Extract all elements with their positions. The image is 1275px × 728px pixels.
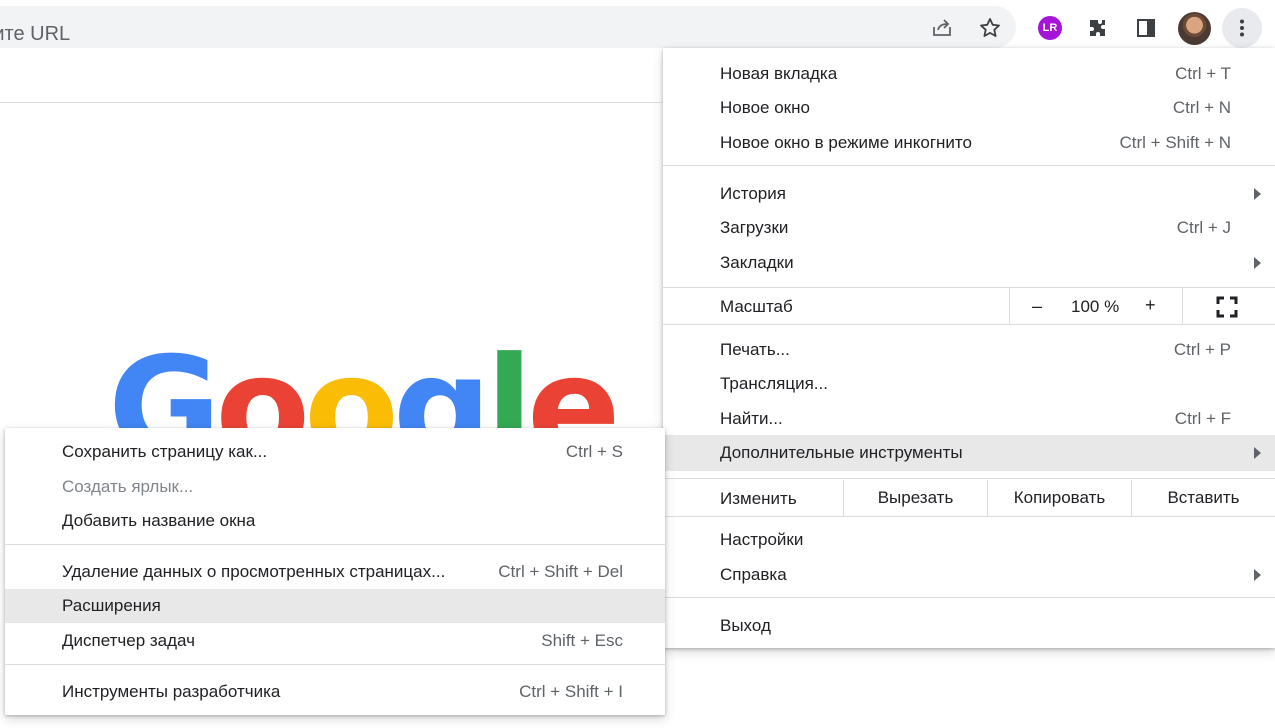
menu-item-find[interactable]: Найти... Ctrl + F (663, 402, 1275, 436)
menu-item-incognito[interactable]: Новое окно в режиме инкогнито Ctrl + Shi… (663, 126, 1275, 160)
zoom-in-button[interactable]: + (1145, 295, 1156, 316)
submenu-arrow-icon (1254, 188, 1261, 200)
submenu-item-create-shortcut: Создать ярлык... (5, 470, 665, 504)
menu-item-shortcut: Ctrl + Shift + Del (498, 562, 623, 581)
menu-item-settings[interactable]: Настройки (663, 523, 1275, 557)
menu-item-label: Новая вкладка (720, 64, 838, 83)
cut-button[interactable]: Вырезать (843, 480, 987, 516)
menu-item-new-tab[interactable]: Новая вкладка Ctrl + T (663, 57, 1275, 91)
menu-item-bookmarks[interactable]: Закладки (663, 246, 1275, 280)
bookmark-bar-divider (0, 102, 662, 103)
menu-item-shortcut: Ctrl + N (1172, 98, 1231, 117)
menu-item-label: История (720, 184, 786, 203)
menu-item-label: Справка (720, 565, 787, 584)
menu-item-label: Инструменты разработчика (62, 682, 281, 701)
avatar[interactable] (1178, 12, 1211, 45)
submenu-arrow-icon (1254, 569, 1261, 581)
menu-item-label: Загрузки (720, 218, 789, 237)
three-dots-icon[interactable] (1222, 8, 1262, 48)
more-tools-submenu: Сохранить страницу как... Ctrl + S Созда… (5, 428, 665, 715)
menu-item-label: Добавить название окна (62, 511, 256, 530)
edit-row: Изменить Вырезать Копировать Вставить (663, 480, 1275, 516)
submenu-item-name-window[interactable]: Добавить название окна (5, 504, 665, 538)
zoom-out-button[interactable]: – (1032, 296, 1042, 317)
menu-separator (663, 324, 1275, 325)
menu-item-more-tools[interactable]: Дополнительные инструменты (663, 435, 1275, 471)
submenu-item-save-page[interactable]: Сохранить страницу как... Ctrl + S (5, 435, 665, 469)
menu-separator (663, 597, 1275, 598)
zoom-label: Масштаб (720, 297, 793, 316)
menu-separator (5, 664, 665, 665)
menu-item-label: Закладки (720, 253, 794, 272)
menu-item-label: Новое окно (720, 98, 810, 117)
menu-separator (663, 516, 1275, 517)
menu-item-history[interactable]: История (663, 177, 1275, 211)
zoom-controls: – 100 % + (1009, 288, 1183, 324)
submenu-arrow-icon (1254, 447, 1261, 459)
share-icon[interactable] (926, 12, 958, 44)
menu-item-label: Найти... (720, 409, 783, 428)
menu-item-shortcut: Ctrl + Shift + N (1119, 133, 1231, 152)
menu-item-shortcut: Ctrl + S (565, 442, 623, 461)
menu-item-shortcut: Shift + Esc (541, 631, 623, 650)
menu-item-label: Удаление данных о просмотренных страница… (62, 562, 446, 581)
menu-item-downloads[interactable]: Загрузки Ctrl + J (663, 211, 1275, 245)
lr-extension-icon[interactable]: LR (1038, 16, 1062, 40)
paste-button[interactable]: Вставить (1131, 480, 1275, 516)
omnibox-text[interactable]: жите URL (0, 21, 70, 47)
side-panel-icon[interactable] (1130, 12, 1162, 44)
menu-item-cast[interactable]: Трансляция... (663, 367, 1275, 401)
puzzle-icon[interactable] (1082, 12, 1114, 44)
fullscreen-icon[interactable] (1216, 296, 1238, 318)
submenu-item-extensions[interactable]: Расширения (5, 589, 665, 623)
menu-item-print[interactable]: Печать... Ctrl + P (663, 333, 1275, 367)
paste-label: Вставить (1167, 488, 1240, 507)
menu-item-shortcut: Ctrl + F (1174, 409, 1231, 428)
menu-item-label: Настройки (720, 530, 804, 549)
submenu-item-task-manager[interactable]: Диспетчер задач Shift + Esc (5, 624, 665, 658)
menu-separator (663, 165, 1275, 166)
copy-button[interactable]: Копировать (987, 480, 1131, 516)
submenu-item-clear-data[interactable]: Удаление данных о просмотренных страница… (5, 555, 665, 589)
submenu-arrow-icon (1254, 257, 1261, 269)
menu-item-shortcut: Ctrl + P (1173, 340, 1231, 359)
menu-item-exit[interactable]: Выход (663, 609, 1275, 643)
zoom-row: Масштаб – 100 % + (663, 288, 1275, 324)
menu-item-help[interactable]: Справка (663, 558, 1275, 592)
menu-item-new-window[interactable]: Новое окно Ctrl + N (663, 91, 1275, 125)
menu-separator (663, 478, 1275, 479)
menu-item-label: Сохранить страницу как... (62, 442, 268, 461)
menu-item-label: Новое окно в режиме инкогнито (720, 133, 972, 152)
menu-item-label: Печать... (720, 340, 790, 359)
menu-item-label: Диспетчер задач (62, 631, 195, 650)
menu-item-shortcut: Ctrl + J (1176, 218, 1231, 237)
menu-item-label: Расширения (62, 596, 161, 615)
copy-label: Копировать (1013, 488, 1106, 507)
menu-item-label: Выход (720, 616, 771, 635)
zoom-value: 100 % (1071, 297, 1120, 316)
omnibox[interactable]: жите URL (0, 6, 1016, 48)
star-icon[interactable] (974, 12, 1006, 44)
cut-label: Вырезать (877, 488, 954, 507)
edit-label: Изменить (720, 489, 797, 508)
menu-item-label: Трансляция... (720, 374, 828, 393)
menu-item-label: Создать ярлык... (62, 477, 194, 496)
chrome-main-menu: Новая вкладка Ctrl + T Новое окно Ctrl +… (663, 48, 1275, 648)
menu-item-shortcut: Ctrl + Shift + I (519, 682, 623, 701)
menu-separator (5, 544, 665, 545)
submenu-item-dev-tools[interactable]: Инструменты разработчика Ctrl + Shift + … (5, 675, 665, 709)
menu-item-label: Дополнительные инструменты (720, 443, 963, 462)
lr-extension-text: LR (1042, 22, 1058, 34)
menu-item-shortcut: Ctrl + T (1175, 64, 1231, 83)
